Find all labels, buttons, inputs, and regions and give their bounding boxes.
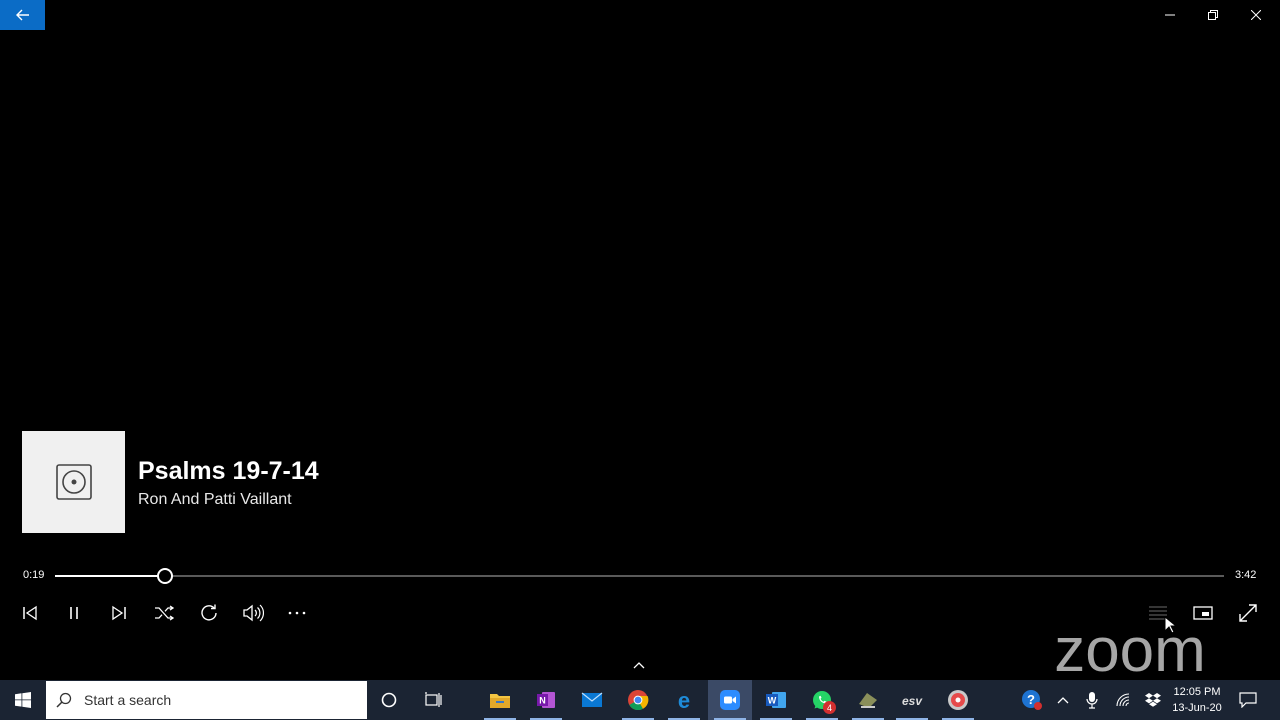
repeat-icon xyxy=(201,604,217,621)
taskbar-onenote[interactable]: N xyxy=(524,680,568,720)
minimize-icon xyxy=(1165,14,1175,16)
notification-icon xyxy=(1239,692,1257,708)
back-arrow-icon xyxy=(15,9,29,21)
help-icon: ? xyxy=(1022,690,1042,710)
svg-text:esv: esv xyxy=(902,694,923,708)
groove-music-icon xyxy=(948,690,968,710)
next-button[interactable] xyxy=(104,598,134,628)
whatsapp-notification-badge: 4 xyxy=(823,701,836,714)
chevron-up-icon xyxy=(633,662,645,669)
previous-button[interactable] xyxy=(15,598,45,628)
action-center-button[interactable] xyxy=(1233,680,1263,720)
pause-button[interactable] xyxy=(59,598,89,628)
chrome-icon xyxy=(628,690,649,711)
clock-date: 13-Jun-20 xyxy=(1172,702,1222,714)
album-art[interactable] xyxy=(22,431,125,533)
svg-text:W: W xyxy=(768,696,777,706)
shuffle-button[interactable] xyxy=(149,598,179,628)
fullscreen-button[interactable] xyxy=(1233,598,1263,628)
track-info: Psalms 19-7-14 Ron And Patti Vaillant xyxy=(138,456,319,509)
music-disc-icon xyxy=(55,464,92,500)
seek-thumb[interactable] xyxy=(157,568,173,584)
taskbar-app-9[interactable]: esv xyxy=(890,680,934,720)
clock-time: 12:05 PM xyxy=(1173,686,1221,698)
minimize-button[interactable] xyxy=(1148,0,1192,30)
edge-icon: e xyxy=(678,689,690,711)
restore-icon xyxy=(1208,10,1218,20)
taskbar-edge[interactable]: e xyxy=(662,680,706,720)
tray-microphone[interactable] xyxy=(1077,680,1107,720)
mini-view-icon xyxy=(1193,606,1213,620)
fullscreen-icon xyxy=(1239,604,1257,622)
previous-icon xyxy=(23,605,37,621)
shuffle-icon xyxy=(155,605,174,621)
tray-dropbox[interactable] xyxy=(1138,680,1168,720)
zoom-app-icon xyxy=(720,690,740,710)
taskbar-whatsapp[interactable]: 4 xyxy=(800,680,844,720)
track-title: Psalms 19-7-14 xyxy=(138,456,319,485)
task-view-icon xyxy=(425,692,442,707)
elapsed-time: 0:19 xyxy=(23,569,45,581)
app-9-icon: esv xyxy=(902,694,923,708)
taskbar-clock[interactable]: 12:05 PM 13-Jun-20 xyxy=(1168,684,1226,716)
seek-progress xyxy=(55,575,165,577)
title-bar xyxy=(0,0,1280,30)
tray-show-hidden[interactable] xyxy=(1048,680,1078,720)
taskbar-file-explorer[interactable] xyxy=(478,680,522,720)
dropbox-icon xyxy=(1145,693,1161,707)
repeat-button[interactable] xyxy=(194,598,224,628)
search-placeholder: Start a search xyxy=(84,692,172,708)
taskbar-chrome[interactable] xyxy=(616,680,660,720)
tray-help[interactable]: ? xyxy=(1017,680,1047,720)
chevron-up-icon xyxy=(1057,697,1069,704)
search-icon xyxy=(56,692,72,708)
expand-chevron[interactable] xyxy=(627,656,651,674)
mail-icon xyxy=(581,692,603,707)
taskbar-groove-music[interactable] xyxy=(936,680,980,720)
svg-text:zoom: zoom xyxy=(1054,623,1206,683)
app-8-icon xyxy=(859,693,877,708)
svg-text:N: N xyxy=(539,696,546,706)
seek-bar[interactable] xyxy=(55,568,1224,584)
windows-logo-icon xyxy=(14,692,31,708)
now-playing-panel: Psalms 19-7-14 Ron And Patti Vaillant xyxy=(22,431,319,533)
volume-icon xyxy=(243,604,264,622)
folder-icon xyxy=(490,694,510,708)
onenote-icon: N xyxy=(537,692,555,708)
start-button[interactable] xyxy=(0,680,45,720)
back-button[interactable] xyxy=(0,0,45,30)
cortana-circle-icon xyxy=(381,692,397,708)
task-view-button[interactable] xyxy=(411,680,455,720)
svg-text:?: ? xyxy=(1027,692,1035,707)
total-time: 3:42 xyxy=(1235,569,1257,581)
pause-icon xyxy=(70,607,78,619)
close-icon xyxy=(1251,10,1261,20)
taskbar-word[interactable]: W xyxy=(754,680,798,720)
more-options-button[interactable] xyxy=(282,598,312,628)
taskbar: Start a search N e W 4 esv ? 12:05 PM 13… xyxy=(0,680,1280,720)
svg-text:e: e xyxy=(678,689,690,711)
tray-network[interactable] xyxy=(1109,680,1139,720)
restore-button[interactable] xyxy=(1191,0,1235,30)
word-icon: W xyxy=(766,692,786,708)
wifi-icon xyxy=(1116,693,1130,707)
next-icon xyxy=(112,605,126,621)
volume-button[interactable] xyxy=(238,598,268,628)
zoom-watermark-logo: zoom xyxy=(1054,623,1206,683)
taskbar-search-box[interactable]: Start a search xyxy=(46,681,367,719)
microphone-icon xyxy=(1086,692,1098,709)
taskbar-zoom[interactable] xyxy=(708,680,752,720)
track-artist[interactable]: Ron And Patti Vaillant xyxy=(138,491,319,509)
close-button[interactable] xyxy=(1234,0,1278,30)
taskbar-mail[interactable] xyxy=(570,680,614,720)
taskbar-app-8[interactable] xyxy=(846,680,890,720)
more-icon xyxy=(288,611,306,615)
cortana-button[interactable] xyxy=(367,680,411,720)
